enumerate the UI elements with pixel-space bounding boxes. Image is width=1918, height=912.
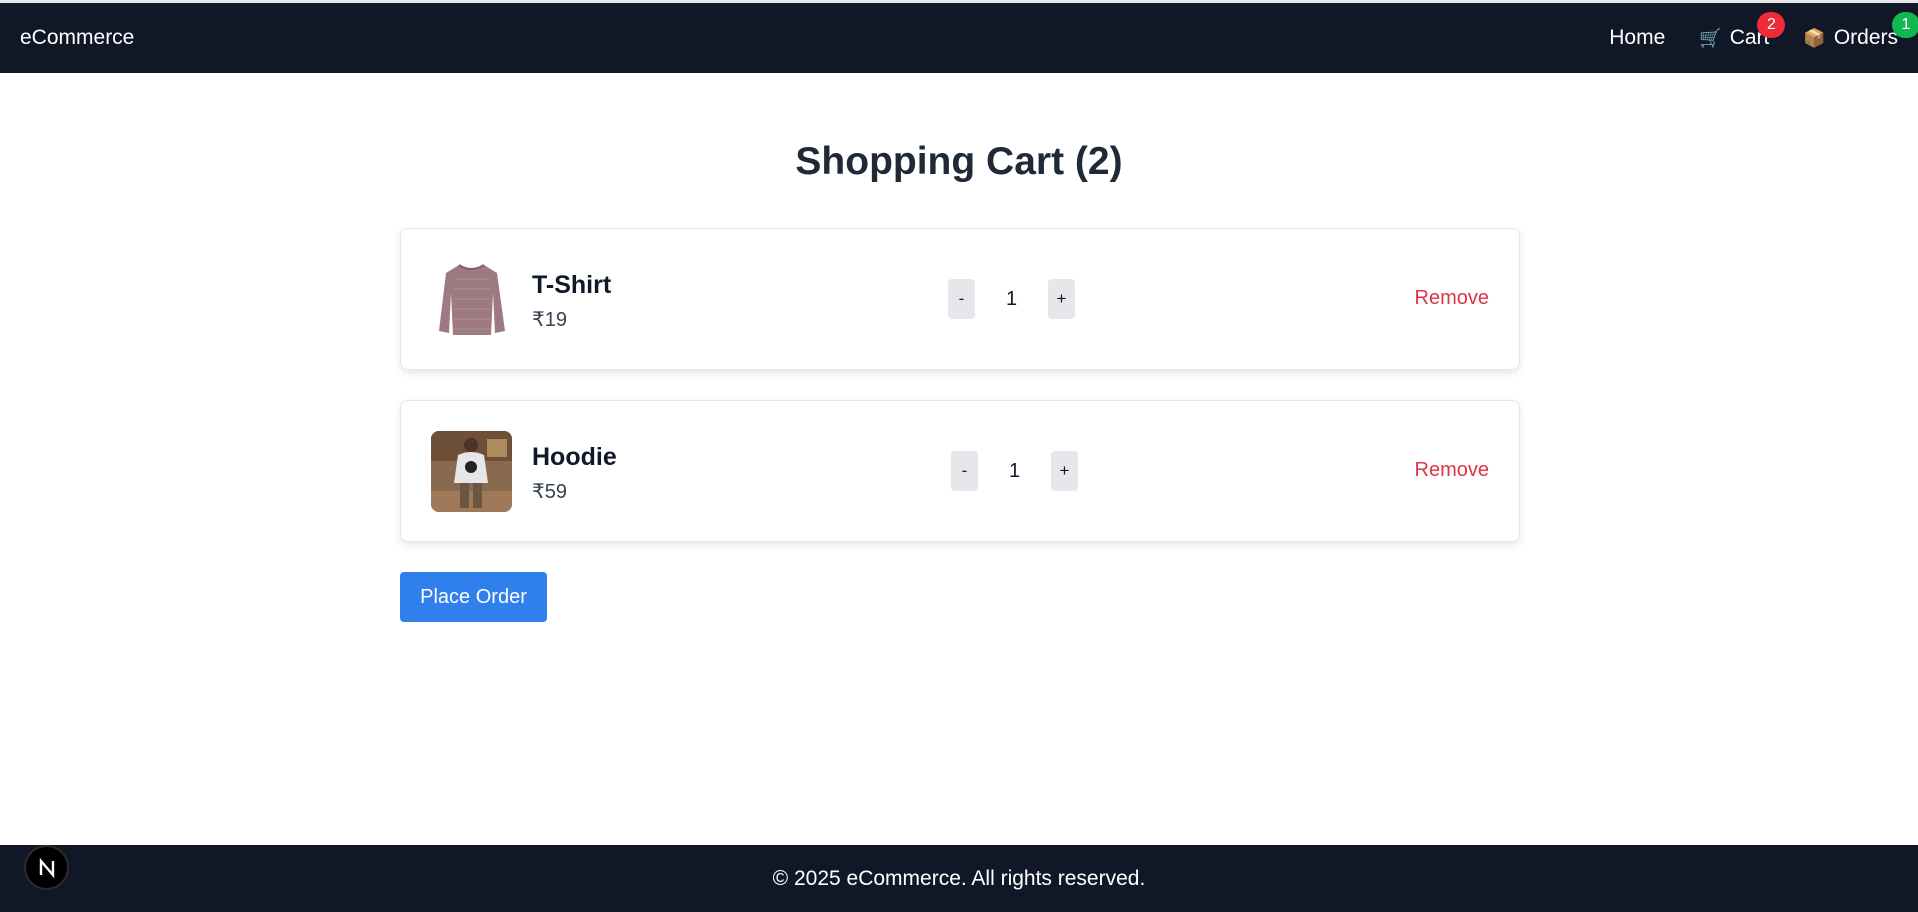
nav-orders-link[interactable]: 📦 Orders 1 <box>1803 12 1918 50</box>
navbar: eCommerce Home 🛒 Cart 2 📦 Orders 1 <box>0 3 1918 73</box>
increase-quantity-button[interactable]: + <box>1051 451 1078 491</box>
quantity-stepper: - 1 + <box>948 279 1075 319</box>
nav-orders-label: Orders <box>1833 26 1898 49</box>
sweater-image <box>431 259 512 340</box>
shopping-cart-icon: 🛒 <box>1699 27 1722 48</box>
item-price: ₹19 <box>532 309 567 331</box>
hoodie-model-image <box>431 431 512 512</box>
footer-copyright: © 2025 eCommerce. All rights reserved. <box>772 866 1146 890</box>
quantity-value: 1 <box>1008 459 1021 482</box>
decrease-quantity-button[interactable]: - <box>948 279 975 319</box>
orders-count-badge: 1 <box>1892 12 1918 38</box>
item-name: T-Shirt <box>532 271 612 299</box>
item-price: ₹59 <box>532 481 567 503</box>
cart-count-badge: 2 <box>1757 12 1786 38</box>
nextjs-dev-indicator-icon[interactable] <box>24 845 69 890</box>
increase-quantity-button[interactable]: + <box>1048 279 1075 319</box>
page-title: Shopping Cart (2) <box>795 140 1123 183</box>
nav-home-link[interactable]: Home <box>1609 26 1665 50</box>
remove-item-button[interactable]: Remove <box>1415 287 1489 310</box>
decrease-quantity-button[interactable]: - <box>951 451 978 491</box>
quantity-stepper: - 1 + <box>951 451 1078 491</box>
quantity-value: 1 <box>1005 287 1018 310</box>
cart-item: T-Shirt ₹19 - 1 + Remove <box>400 228 1520 370</box>
item-name: Hoodie <box>532 443 617 471</box>
cart-item: Hoodie ₹59 - 1 + Remove <box>400 400 1520 542</box>
nav-links: Home 🛒 Cart 2 📦 Orders 1 <box>1575 3 1918 73</box>
footer: © 2025 eCommerce. All rights reserved. <box>0 845 1918 912</box>
brand-link[interactable]: eCommerce <box>20 26 134 50</box>
package-icon: 📦 <box>1803 27 1826 48</box>
page: eCommerce Home 🛒 Cart 2 📦 Orders 1 Shopp… <box>0 0 1918 912</box>
remove-item-button[interactable]: Remove <box>1415 459 1489 482</box>
nav-cart-link[interactable]: 🛒 Cart 2 <box>1699 12 1786 50</box>
place-order-button[interactable]: Place Order <box>400 572 547 622</box>
